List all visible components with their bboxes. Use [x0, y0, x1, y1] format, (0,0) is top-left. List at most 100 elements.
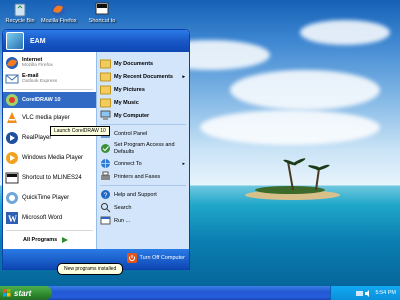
pinned-email[interactable]: E-mail Outlook Express [3, 71, 96, 87]
network-tray-icon[interactable] [355, 290, 363, 297]
place-label: Set Program Access and Defaults [114, 142, 175, 155]
user-avatar[interactable] [6, 32, 24, 50]
run-icon [100, 216, 111, 225]
folder-icon [100, 72, 111, 82]
help-icon: ? [101, 190, 110, 200]
place-label: Search [114, 204, 132, 211]
place-program-access[interactable]: Set Program Access and Defaults [97, 140, 189, 157]
place-label: My Recent Documents [114, 73, 173, 80]
place-run[interactable]: Run ... [97, 214, 189, 227]
place-help-and-support[interactable]: ? Help and Support [97, 188, 189, 201]
svg-text:?: ? [104, 193, 108, 200]
folder-icon [100, 59, 111, 69]
clock[interactable]: 5:54 PM [376, 290, 396, 296]
place-my-music[interactable]: My Music [97, 96, 189, 109]
start-menu-places: My Documents My Recent Documents ▸ My Pic… [96, 52, 189, 249]
palm-leaf [315, 163, 331, 172]
place-label: Control Panel [114, 130, 148, 137]
place-label: Printers and Faxes [114, 173, 161, 180]
program-windows-media-player[interactable]: Windows Media Player [3, 148, 96, 168]
word-icon: W [6, 212, 18, 224]
program-mlines24[interactable]: Shortcut to MLINES24 [3, 168, 96, 188]
program-label: QuickTime Player [22, 195, 70, 201]
folder-icon [100, 98, 111, 108]
shortcut-icon [95, 2, 109, 15]
pinned-subtitle: Mozilla Firefox [22, 63, 53, 69]
submenu-arrow-icon: ▸ [182, 73, 185, 80]
all-programs-label: All Programs [23, 237, 58, 243]
program-coreldraw[interactable]: CorelDRAW 10 [3, 92, 96, 108]
cloud [200, 110, 380, 145]
desktop-icon-label: Recycle Bin [5, 18, 35, 24]
cloud [230, 70, 380, 110]
taskbar: start 5:54 PM [0, 286, 400, 300]
turn-off-label: Turn Off Computer [139, 255, 185, 261]
place-my-recent-documents[interactable]: My Recent Documents ▸ [97, 70, 189, 83]
program-label: CorelDRAW 10 [22, 97, 61, 103]
place-label: Help and Support [114, 191, 157, 198]
start-button[interactable]: start [0, 286, 52, 300]
vlc-icon [7, 112, 17, 123]
arrow-right-icon [62, 237, 69, 243]
volume-icon[interactable] [364, 289, 372, 297]
separator [6, 230, 93, 231]
computer-icon [100, 110, 111, 120]
recycle-bin-icon [14, 3, 26, 17]
place-printers-and-faxes[interactable]: Printers and Faxes [97, 170, 189, 183]
turn-off-computer-button[interactable]: Turn Off Computer [127, 253, 185, 263]
place-label: My Computer [114, 112, 150, 119]
start-menu-programs: Internet Mozilla Firefox E-mail Outlook Ex… [3, 52, 96, 249]
firefox-icon [6, 57, 18, 69]
notification-balloon: New programs installed [57, 263, 124, 275]
program-label: Windows Media Player [22, 155, 84, 161]
separator [6, 89, 93, 90]
network-icon [101, 159, 110, 168]
place-my-documents[interactable]: My Documents [97, 57, 189, 70]
program-label: Microsoft Word [22, 215, 63, 221]
program-word[interactable]: W Microsoft Word [3, 208, 96, 228]
place-connect-to[interactable]: Connect To ▸ [97, 157, 189, 170]
place-my-pictures[interactable]: My Pictures [97, 83, 189, 96]
windows-media-player-icon [6, 152, 18, 164]
user-name: EAM [30, 37, 46, 45]
power-icon [127, 253, 138, 263]
pinned-internet[interactable]: Internet Mozilla Firefox [3, 55, 96, 71]
quicktime-icon [6, 192, 18, 204]
place-label: Connect To [114, 160, 142, 167]
desktop-icon-label: Mozilla Firefox [41, 18, 77, 24]
place-my-computer[interactable]: My Computer [97, 109, 189, 122]
place-search[interactable]: Search [97, 201, 189, 214]
program-quicktime[interactable]: QuickTime Player [3, 188, 96, 208]
place-label: Run ... [114, 217, 131, 224]
windows-logo-icon [3, 289, 11, 297]
place-label: My Pictures [114, 86, 145, 93]
cloud [300, 20, 390, 45]
program-label: VLC media player [22, 115, 70, 121]
program-label: RealPlayer [22, 135, 52, 141]
folder-icon [100, 85, 111, 95]
start-menu: EAM Internet Mozilla Firefox E-mail Outloo… [2, 29, 190, 270]
all-programs-button[interactable]: All Programs [3, 233, 96, 247]
submenu-arrow-icon: ▸ [182, 160, 185, 167]
program-vlc[interactable]: VLC media player [3, 108, 96, 128]
desktop-icon-shortcut[interactable]: Shortcut to [85, 1, 119, 24]
realplayer-icon [6, 132, 18, 144]
outlook-express-icon [5, 74, 19, 84]
printer-icon [101, 171, 110, 180]
search-icon [101, 203, 111, 213]
separator [100, 124, 186, 125]
start-menu-header: EAM [3, 30, 189, 52]
desktop-icon-firefox[interactable]: Mozilla Firefox [41, 1, 77, 24]
pinned-subtitle: Outlook Express [22, 79, 58, 85]
system-tray: 5:54 PM [330, 286, 400, 300]
place-control-panel[interactable]: Control Panel [97, 127, 189, 140]
place-label: My Music [114, 99, 139, 106]
program-label: Shortcut to MLINES24 [22, 175, 82, 181]
palm-leaf [292, 157, 306, 166]
tooltip: Launch CorelDRAW 10 [50, 126, 110, 136]
svg-text:W: W [8, 214, 17, 224]
desktop-icon-recycle-bin[interactable]: Recycle Bin [3, 1, 37, 24]
separator [100, 185, 186, 186]
shortcut-icon [5, 172, 19, 184]
firefox-icon [51, 2, 65, 16]
